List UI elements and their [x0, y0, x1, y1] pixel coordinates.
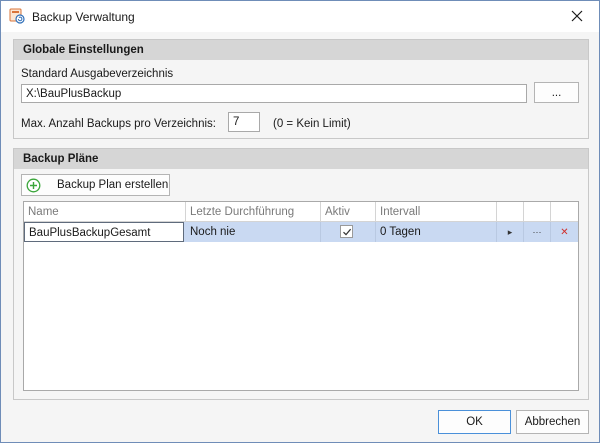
create-plan-button[interactable]: Backup Plan erstellen [21, 174, 170, 196]
create-plan-label: Backup Plan erstellen [57, 179, 169, 191]
max-backups-hint: (0 = Kein Limit) [273, 118, 351, 130]
backup-app-icon [9, 8, 25, 24]
delete-plan-button[interactable]: ✕ [551, 222, 578, 242]
more-dots-icon: ··· [532, 227, 542, 237]
browse-button[interactable]: ... [534, 82, 579, 103]
plan-active-checkbox[interactable] [340, 225, 353, 238]
backup-plans-header: Backup Pläne [14, 149, 588, 169]
plan-last-run-cell: Noch nie [186, 222, 321, 242]
run-arrow-icon: ▸ [507, 226, 513, 237]
output-dir-input[interactable]: X:\BauPlusBackup [21, 84, 527, 103]
plan-name-cell[interactable]: BauPlusBackupGesamt [24, 222, 184, 242]
column-header-more [524, 202, 551, 222]
cancel-button[interactable]: Abbrechen [516, 410, 589, 434]
column-header-delete [551, 202, 578, 222]
backup-dialog: Backup Verwaltung Globale Einstellungen … [0, 0, 600, 443]
grid-header: Name Letzte Durchführung Aktiv Intervall [24, 202, 578, 222]
add-circle-icon [26, 178, 41, 192]
close-button[interactable] [555, 1, 599, 31]
ok-button[interactable]: OK [438, 410, 511, 434]
max-backups-input[interactable]: 7 [228, 112, 260, 132]
backup-plans-grid: Name Letzte Durchführung Aktiv Intervall… [23, 201, 579, 391]
close-icon [571, 10, 583, 22]
delete-x-icon: ✕ [560, 226, 569, 238]
column-header-name[interactable]: Name [24, 202, 186, 222]
column-header-run [497, 202, 524, 222]
output-dir-label: Standard Ausgabeverzeichnis [21, 68, 174, 80]
title-bar: Backup Verwaltung [1, 1, 599, 32]
column-header-interval[interactable]: Intervall [376, 202, 497, 222]
max-backups-label: Max. Anzahl Backups pro Verzeichnis: [21, 118, 216, 130]
column-header-active[interactable]: Aktiv [321, 202, 376, 222]
global-settings-header: Globale Einstellungen [14, 40, 588, 60]
plan-interval-cell: 0 Tagen [376, 222, 497, 242]
plan-active-cell [321, 222, 376, 242]
window-title: Backup Verwaltung [32, 10, 135, 24]
table-row[interactable]: BauPlusBackupGesamt Noch nie 0 Tagen ▸ ·… [24, 222, 578, 242]
edit-plan-button[interactable]: ··· [524, 222, 551, 242]
run-plan-button[interactable]: ▸ [497, 222, 524, 242]
checkmark-icon [342, 228, 351, 235]
column-header-last-run[interactable]: Letzte Durchführung [186, 202, 321, 222]
